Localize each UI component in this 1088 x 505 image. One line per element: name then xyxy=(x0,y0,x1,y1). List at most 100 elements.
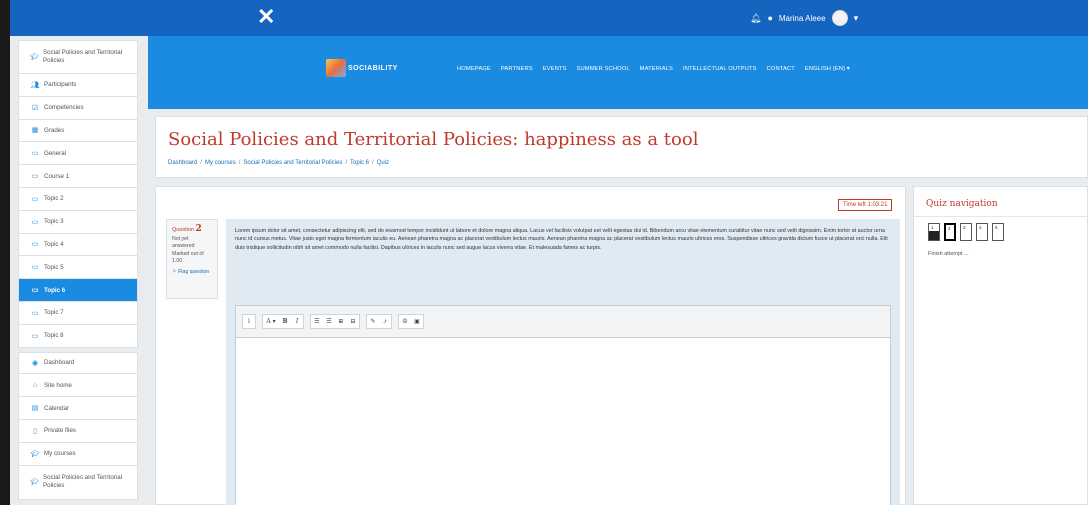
question-info: Question 2 Not yet answered Marked out o… xyxy=(166,219,218,299)
sidebar-item-topic-6[interactable]: ▭ Topic 6 xyxy=(18,279,138,302)
quiz-question-2-button[interactable]: 2 xyxy=(944,223,956,241)
question-body: Lorem ipsum dolor sit amet, consectetur … xyxy=(226,219,900,505)
breadcrumb-topic[interactable]: Topic 6 xyxy=(350,160,369,166)
sidebar-item-label: Social Policies and Territorial Policies xyxy=(43,49,123,64)
nav-intellectual-outputs[interactable]: INTELLECTUAL OUTPUTS xyxy=(683,66,757,72)
home-icon: ⌂ xyxy=(32,381,38,389)
folder-icon: ▭ xyxy=(31,150,39,158)
quiz-question-3-button[interactable]: 3 xyxy=(960,223,972,241)
bell-icon[interactable]: 🔔︎ xyxy=(750,13,761,24)
breadcrumb-dashboard[interactable]: Dashboard xyxy=(168,160,197,166)
flag-icon: ⚐ xyxy=(172,269,177,275)
quiz-question-5-button[interactable]: 5 xyxy=(992,223,1004,241)
folder-icon: ▭ xyxy=(31,264,39,272)
sidebar-item-topic-7[interactable]: ▭ Topic 7 xyxy=(18,301,138,325)
sidebar-item-label: Topic 4 xyxy=(44,240,64,248)
nav-partners[interactable]: PARTNERS xyxy=(501,66,533,72)
quiz-question-number: 4 xyxy=(979,225,982,230)
emoji-icon[interactable]: ☺ xyxy=(399,315,411,328)
sidebar-item-label: General xyxy=(44,149,67,157)
graduation-cap-icon: 🎓︎ xyxy=(30,450,40,458)
quiz-question-number: 5 xyxy=(995,225,998,230)
sidebar-item-course[interactable]: 🎓︎ Social Policies and Territorial Polici… xyxy=(18,40,138,74)
question-number: Question 2 xyxy=(172,224,212,234)
paragraph-style-icon[interactable]: A ▾ xyxy=(263,315,279,328)
italic-icon[interactable]: I xyxy=(291,315,303,328)
bold-icon[interactable]: B xyxy=(279,315,291,328)
outdent-icon[interactable]: ⊟ xyxy=(347,315,359,328)
user-menu[interactable]: 🔔︎ ● Marina Aleee ▾ xyxy=(750,10,858,26)
nav-contact[interactable]: CONTACT xyxy=(767,66,795,72)
sidebar-item-label: Calendar xyxy=(44,404,70,412)
indent-icon[interactable]: ⊞ xyxy=(335,315,347,328)
quiz-question-number: 3 xyxy=(963,225,966,230)
folder-icon: ▭ xyxy=(31,241,39,249)
link-icon[interactable]: ✎ xyxy=(367,315,379,328)
user-name[interactable]: Marina Aleee xyxy=(779,14,826,23)
sidebar-item-general[interactable]: ▭ General xyxy=(18,142,138,166)
sidebar-item-label: Private files xyxy=(44,427,76,435)
sidebar-item-private-files[interactable]: ▯ Private files xyxy=(18,419,138,443)
info-icon[interactable]: i xyxy=(243,315,255,328)
answer-editor[interactable]: i A ▾ B I ☰ ☰ ⊞ ⊟ ✎ ⤴ ☺ ▣ xyxy=(235,305,891,505)
sidebar-item-topic-8[interactable]: ▭ Topic 8 xyxy=(18,324,138,348)
sidebar-item-participants[interactable]: 👥︎ Participants xyxy=(18,74,138,97)
chat-icon[interactable]: ● xyxy=(767,13,772,23)
sidebar-item-topic-3[interactable]: ▭ Topic 3 xyxy=(18,210,138,234)
folder-icon: ▭ xyxy=(31,332,39,340)
site-logo[interactable]: SOCIABILITY xyxy=(326,59,398,77)
sidebar-item-topic-4[interactable]: ▭ Topic 4 xyxy=(18,233,138,257)
breadcrumb-course[interactable]: Social Policies and Territorial Policies xyxy=(243,160,342,166)
avatar[interactable] xyxy=(831,10,848,26)
sidebar-item-label: Topic 3 xyxy=(44,218,64,226)
unordered-list-icon[interactable]: ☰ xyxy=(311,315,323,328)
top-navbar: ✕ 🔔︎ ● Marina Aleee ▾ xyxy=(10,0,1088,36)
quiz-navigation-divider xyxy=(914,216,1088,217)
question-marks: Marked out of 1.00 xyxy=(172,251,204,264)
folder-icon: ▭ xyxy=(31,218,39,226)
image-icon[interactable]: ▣ xyxy=(411,315,423,328)
breadcrumb-my-courses[interactable]: My courses xyxy=(205,160,236,166)
sidebar-item-topic-2[interactable]: ▭ Topic 2 xyxy=(18,187,138,211)
toolbar-group-media: ☺ ▣ xyxy=(398,314,424,329)
unlink-icon[interactable]: ⤴ xyxy=(379,315,391,328)
quiz-navigation-block: Quiz navigation 1 2 3 4 5 Finish attempt… xyxy=(913,186,1088,505)
nav-homepage[interactable]: HOMEPAGE xyxy=(457,66,491,72)
breadcrumb-separator: / xyxy=(200,160,203,166)
flag-question-button[interactable]: ⚐ Flag question xyxy=(172,269,212,275)
sidebar-item-competencies[interactable]: ☑ Competencies xyxy=(18,96,138,120)
breadcrumb-separator: / xyxy=(345,160,347,166)
sidebar-item-label: Dashboard xyxy=(44,359,75,367)
toolbar-group-info: i xyxy=(242,314,256,329)
left-edge-strip xyxy=(0,0,10,505)
sidebar-item-topic-5[interactable]: ▭ Topic 5 xyxy=(18,256,138,280)
nav-events[interactable]: EVENTS xyxy=(543,66,567,72)
folder-icon: ▭ xyxy=(31,309,39,317)
sidebar-item-site-home[interactable]: ⌂ Site home xyxy=(18,374,138,398)
quiz-question-1-button[interactable]: 1 xyxy=(928,223,940,241)
site-header-banner: SOCIABILITY HOMEPAGE PARTNERS EVENTS SUM… xyxy=(148,36,1088,109)
sidebar-item-calendar[interactable]: ▤ Calendar xyxy=(18,397,138,420)
sidebar-item-grades[interactable]: ▦ Grades xyxy=(18,119,138,143)
sidebar-item-course-1[interactable]: ▭ Course 1 xyxy=(18,165,138,188)
logo-text: SOCIABILITY xyxy=(348,64,398,72)
finish-attempt-link[interactable]: Finish attempt ... xyxy=(928,251,969,257)
sidebar-item-label: Topic 8 xyxy=(44,332,64,340)
breadcrumb-quiz[interactable]: Quiz xyxy=(377,160,389,166)
quiz-question-4-button[interactable]: 4 xyxy=(976,223,988,241)
page-header: Social Policies and Territorial Policies… xyxy=(155,116,1088,178)
quiz-question-buttons: 1 2 3 4 5 xyxy=(928,223,1004,241)
sidebar-item-dashboard[interactable]: ◉ Dashboard xyxy=(18,351,138,375)
nav-summer-school[interactable]: SUMMER SCHOOL xyxy=(577,66,630,72)
grid-icon: ▦ xyxy=(31,127,39,135)
caret-down-icon[interactable]: ▾ xyxy=(854,13,859,24)
toolbar-group-style: A ▾ B I xyxy=(262,314,304,329)
breadcrumb-separator: / xyxy=(372,160,374,166)
sidebar-item-course-link[interactable]: 🎓︎ Social Policies and Territorial Polici… xyxy=(18,465,138,500)
nav-language[interactable]: ENGLISH (EN) ▾ xyxy=(805,66,850,72)
nav-materials[interactable]: MATERIALS xyxy=(640,66,673,72)
sidebar-item-my-courses[interactable]: 🎓︎ My courses xyxy=(18,442,138,466)
ordered-list-icon[interactable]: ☰ xyxy=(323,315,335,328)
users-icon: 👥︎ xyxy=(30,81,40,89)
close-drawer-icon[interactable]: ✕ xyxy=(257,6,275,28)
